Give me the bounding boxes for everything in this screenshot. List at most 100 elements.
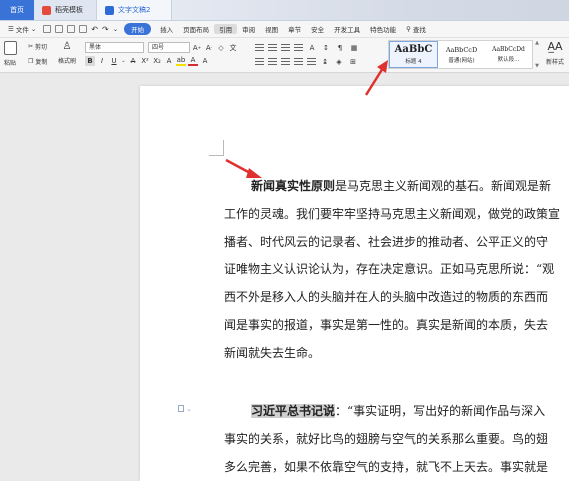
style-normal-web-label: 普通(网站) xyxy=(448,57,475,64)
superscript-icon[interactable]: X² xyxy=(140,56,150,66)
font-name-select[interactable]: 黑体 xyxy=(85,42,144,53)
save-icon[interactable] xyxy=(43,25,52,33)
chinese-layout-icon[interactable]: A xyxy=(307,43,317,53)
font-group: 黑体 四号 A + A- ◇ 文 B I U ⌄ A X² X₂ A ab A A xyxy=(85,42,238,66)
numbered-list-icon[interactable] xyxy=(268,44,277,52)
redo-icon[interactable]: ↷ xyxy=(102,25,109,34)
menu-item-page-layout[interactable]: 页面布局 xyxy=(178,24,214,34)
table-borders-icon[interactable]: ⊞ xyxy=(348,57,358,67)
borders-icon[interactable]: ▦ xyxy=(349,43,359,53)
chevron-down-icon: ⌄ xyxy=(186,405,192,413)
menu-item-insert[interactable]: 插入 xyxy=(155,24,178,34)
align-center-icon[interactable] xyxy=(268,58,277,66)
tab-bar-empty-area xyxy=(172,0,569,20)
export-pdf-icon[interactable] xyxy=(55,25,64,33)
style-default-paragraph-preview: AaBbCcDd xyxy=(492,46,525,53)
shading-icon[interactable]: ◈ xyxy=(334,57,344,67)
chevron-down-icon: ⌄ xyxy=(30,25,37,33)
docer-logo-icon xyxy=(42,5,51,15)
file-menu-label: 文件 xyxy=(15,26,29,34)
paragraph-1[interactable]: 新闻真实性原则是马克思主义新闻观的基石。新闻观是新 工作的灵魂。我们要牢牢坚持马… xyxy=(224,173,569,368)
menu-item-security[interactable]: 安全 xyxy=(306,24,329,34)
menu-bar: ☰ 文件 ⌄ ↶ ↷ ⌄ 开始 插入 页面布局 引用 审阅 视图 章节 安全 开发工… xyxy=(0,21,569,38)
paragraph-1-line-2: 工作的灵魂。我们要牢牢坚持马克思主义新闻观，做党的政策宣 xyxy=(224,206,561,221)
style-default-paragraph[interactable]: AaBbCcDd 默认段... xyxy=(485,41,532,68)
format-painter-icon: ♙ xyxy=(62,41,72,52)
underline-icon[interactable]: U xyxy=(109,56,119,66)
paragraph-1-lead: 新闻真实性原则 xyxy=(251,179,336,193)
paragraph-1-line-1: 新闻真实性原则是马克思主义新闻观的基石。新闻观是新 xyxy=(224,173,569,201)
scissors-icon: ✂ xyxy=(28,43,34,50)
show-marks-icon[interactable]: ¶ xyxy=(335,43,345,53)
increase-indent-icon[interactable] xyxy=(294,44,303,52)
file-menu[interactable]: ☰ 文件 ⌄ xyxy=(3,24,41,34)
search-button[interactable]: ⚲ 查找 xyxy=(401,24,431,34)
paragraph-2[interactable]: 习近平总书记说：“事实证明，写出好的新闻作品与深入 事实的关系，就好比鸟的翅膀与… xyxy=(224,398,569,481)
copy-button[interactable]: ❐ 复制 xyxy=(28,57,47,66)
quick-access-more-icon[interactable]: ⌄ xyxy=(113,25,118,33)
subscript-icon[interactable]: X₂ xyxy=(152,56,162,66)
style-normal-web-preview: AaBbCcD xyxy=(445,45,478,54)
distributed-icon[interactable] xyxy=(307,58,316,66)
paste-button[interactable]: 粘贴 xyxy=(4,41,17,67)
tab-document-label: 文字文稿2 xyxy=(118,6,151,14)
sort-icon[interactable]: ↕ xyxy=(321,43,331,53)
undo-icon[interactable]: ↶ xyxy=(91,25,98,34)
paragraph-1-line-6: 闻是事实的报道，事实是第一性的。真实是新闻的本质，失去 xyxy=(224,317,549,332)
ribbon-toolbar: 粘贴 ✂ 剪切 ❐ 复制 ♙ 格式刷 黑体 四号 A + A- ◇ 文 B I U ⌄… xyxy=(0,38,569,73)
menu-start-button[interactable]: 开始 xyxy=(124,23,152,35)
style-normal-web[interactable]: AaBbCcD 普通(网站) xyxy=(438,41,485,68)
menu-item-features[interactable]: 特色功能 xyxy=(365,24,401,34)
new-style-button[interactable]: A̲A 新样式 xyxy=(542,41,568,67)
phonetic-guide-icon[interactable]: 文 xyxy=(228,43,238,53)
bold-icon[interactable]: B xyxy=(85,56,95,66)
text-effect-icon[interactable]: A xyxy=(164,56,174,66)
tab-bar: 首页 稻壳模板 文字文稿2 xyxy=(0,0,569,21)
style-gallery-scroll[interactable]: ▲ ▼ xyxy=(534,40,540,69)
print-icon[interactable] xyxy=(67,25,76,33)
clear-format-icon[interactable]: ◇ xyxy=(216,43,226,53)
align-left-icon[interactable] xyxy=(255,58,264,66)
new-style-label: 新样式 xyxy=(545,59,564,66)
paragraph-marker[interactable]: ⌄ xyxy=(178,405,192,413)
align-right-icon[interactable] xyxy=(281,58,290,66)
style-heading-4[interactable]: AaBbC 标题 4 xyxy=(389,41,438,68)
font-color-icon[interactable]: A xyxy=(188,56,198,66)
justify-icon[interactable] xyxy=(294,58,303,66)
paragraph-1-line-4: 证唯物主义认识论认为，存在决定意识。正如马克思所说：“观 xyxy=(224,262,555,277)
italic-icon[interactable]: I xyxy=(97,56,107,66)
chevron-up-icon[interactable]: ▲ xyxy=(535,40,539,46)
bullet-list-icon[interactable] xyxy=(255,44,264,52)
tab-template[interactable]: 稻壳模板 xyxy=(34,0,96,20)
paragraph-marker-icon xyxy=(178,405,184,412)
underline-dropdown-icon[interactable]: ⌄ xyxy=(121,56,126,66)
paragraph-2-lead: 习近平总书记说 xyxy=(251,404,336,418)
copy-label: 复制 xyxy=(35,59,48,66)
grow-font-icon[interactable]: A + xyxy=(192,43,202,53)
tab-document[interactable]: 文字文稿2 xyxy=(96,0,172,20)
format-painter-button[interactable]: ♙ 格式刷 xyxy=(58,41,76,65)
paragraph-1-line-5: 西不外是移入人的头脑并在人的头脑中改造过的物质的东西而 xyxy=(224,290,549,305)
shrink-font-icon[interactable]: A- xyxy=(204,43,214,53)
line-spacing-icon[interactable]: ↨ xyxy=(320,57,330,67)
strikethrough-icon[interactable]: A xyxy=(128,56,138,66)
paragraph-1-line-1-text: 是马克思主义新闻观的基石。新闻观是新 xyxy=(335,179,552,193)
chevron-down-icon[interactable]: ▼ xyxy=(535,63,539,69)
tab-home-label: 首页 xyxy=(10,6,24,14)
cut-button[interactable]: ✂ 剪切 xyxy=(28,42,47,51)
menu-item-section[interactable]: 章节 xyxy=(283,24,306,34)
style-gallery: AaBbC 标题 4 AaBbCcD 普通(网站) AaBbCcDd 默认段..… xyxy=(388,40,533,69)
char-shading-icon[interactable]: A xyxy=(200,56,210,66)
paragraph-2-line-1: 习近平总书记说：“事实证明，写出好的新闻作品与深入 xyxy=(224,398,569,426)
menu-item-view[interactable]: 视图 xyxy=(260,24,283,34)
font-size-select[interactable]: 四号 xyxy=(148,42,190,53)
paste-label: 粘贴 xyxy=(4,60,17,67)
menu-item-references[interactable]: 引用 xyxy=(214,24,238,34)
print-preview-icon[interactable] xyxy=(79,25,88,33)
tab-home[interactable]: 首页 xyxy=(0,0,34,20)
menu-item-review[interactable]: 审阅 xyxy=(237,24,260,34)
decrease-indent-icon[interactable] xyxy=(281,44,290,52)
menu-item-developer[interactable]: 开发工具 xyxy=(329,24,365,34)
highlight-icon[interactable]: ab xyxy=(176,56,186,66)
hamburger-icon: ☰ xyxy=(8,25,14,33)
